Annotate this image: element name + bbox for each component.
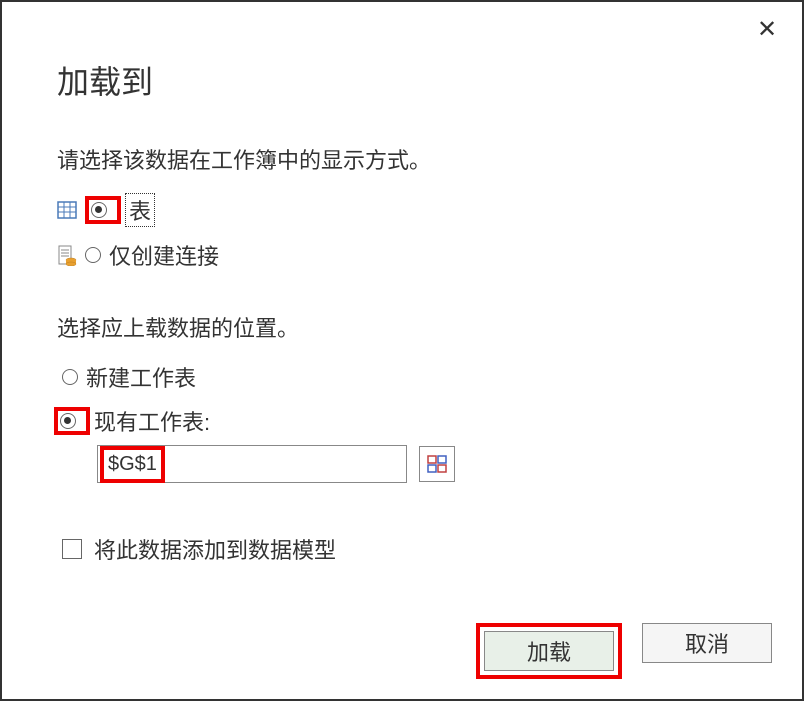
load-button[interactable]: 加载 — [484, 631, 614, 671]
dialog-content: 请选择该数据在工作簿中的显示方式。 表 — [2, 103, 802, 565]
connection-radio[interactable] — [85, 247, 101, 263]
load-button-highlight: 加载 — [476, 623, 622, 679]
existing-sheet-label[interactable]: 现有工作表: — [94, 405, 210, 437]
data-model-label[interactable]: 将此数据添加到数据模型 — [94, 533, 336, 565]
new-sheet-label[interactable]: 新建工作表 — [86, 361, 196, 393]
cell-input-highlight: $G$1 — [100, 446, 165, 483]
range-picker-button[interactable] — [419, 446, 455, 482]
table-option-row: 表 — [57, 193, 747, 227]
connection-option-row: 仅创建连接 — [57, 239, 747, 271]
location-label: 选择应上载数据的位置。 — [57, 311, 747, 343]
new-sheet-radio[interactable] — [62, 369, 78, 385]
new-sheet-row: 新建工作表 — [62, 361, 747, 393]
button-bar: 加载 取消 — [476, 623, 772, 679]
dialog-title: 加载到 — [2, 2, 802, 103]
existing-radio-highlight — [54, 407, 90, 435]
table-radio-highlight — [85, 196, 121, 224]
cell-input-row: $G$1 — [62, 445, 747, 483]
location-section: 选择应上载数据的位置。 新建工作表 现有工作表: $G$1 — [57, 311, 747, 483]
table-option-label[interactable]: 表 — [125, 193, 155, 227]
cancel-button[interactable]: 取消 — [642, 623, 772, 663]
existing-sheet-row: 现有工作表: — [54, 405, 747, 437]
close-icon: ✕ — [757, 15, 777, 44]
range-picker-icon — [427, 455, 447, 473]
cell-input-value: $G$1 — [108, 453, 157, 475]
cell-input-container[interactable]: $G$1 — [97, 445, 407, 483]
data-model-row: 将此数据添加到数据模型 — [57, 533, 747, 565]
load-to-dialog: ✕ 加载到 请选择该数据在工作簿中的显示方式。 表 — [0, 0, 804, 701]
close-button[interactable]: ✕ — [752, 14, 782, 44]
existing-sheet-radio[interactable] — [60, 413, 76, 429]
table-radio[interactable] — [91, 202, 107, 218]
data-model-checkbox[interactable] — [62, 539, 82, 559]
display-mode-label: 请选择该数据在工作簿中的显示方式。 — [57, 143, 747, 175]
connection-option-label[interactable]: 仅创建连接 — [109, 239, 219, 271]
connection-icon — [57, 244, 77, 266]
location-options: 新建工作表 现有工作表: $G$1 — [57, 361, 747, 483]
table-icon — [57, 201, 77, 219]
